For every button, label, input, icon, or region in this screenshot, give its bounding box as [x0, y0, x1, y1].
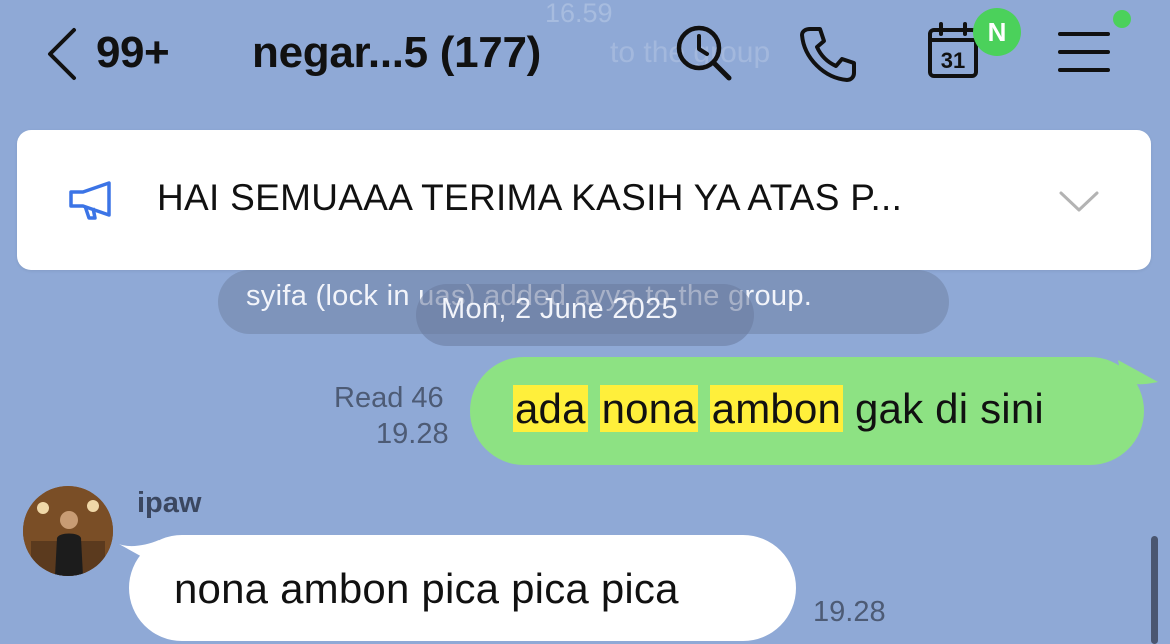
- notes-badge[interactable]: N: [973, 8, 1021, 56]
- scrollbar[interactable]: [1151, 536, 1158, 644]
- highlighted-word: nona: [599, 385, 698, 432]
- chat-title[interactable]: negar...5 (177): [252, 28, 541, 78]
- calendar-day: 31: [941, 48, 965, 73]
- sent-message-text[interactable]: ada nona ambon gak di sini: [513, 385, 1044, 433]
- received-timestamp: 19.28: [813, 596, 886, 628]
- search-icon[interactable]: [674, 23, 734, 83]
- sender-name[interactable]: ipaw: [137, 487, 201, 520]
- phone-icon[interactable]: [796, 23, 858, 83]
- unread-count[interactable]: 99+: [96, 28, 170, 78]
- date-divider-text: Mon, 2 June 2025: [441, 293, 678, 325]
- message-rest: gak di sini: [843, 385, 1044, 432]
- sent-timestamp: 19.28: [376, 418, 449, 450]
- highlighted-word: ada: [513, 385, 588, 432]
- avatar[interactable]: [23, 486, 113, 576]
- highlighted-word: ambon: [709, 385, 844, 432]
- received-bubble-tail: [119, 540, 159, 564]
- ghost-timestamp: 16.59: [545, 0, 613, 28]
- announcement-text[interactable]: HAI SEMUAAA TERIMA KASIH YA ATAS P...: [157, 177, 902, 219]
- megaphone-icon: [69, 181, 111, 220]
- back-chevron-icon[interactable]: [44, 26, 80, 82]
- sent-bubble-tail: [1118, 360, 1158, 385]
- read-receipt: Read 46: [334, 382, 444, 414]
- menu-notification-dot: [1113, 10, 1131, 28]
- avatar-photo-icon: [23, 486, 113, 576]
- received-message-text[interactable]: nona ambon pica pica pica: [174, 565, 679, 613]
- menu-icon[interactable]: [1058, 29, 1110, 75]
- chevron-down-icon[interactable]: [1057, 186, 1101, 216]
